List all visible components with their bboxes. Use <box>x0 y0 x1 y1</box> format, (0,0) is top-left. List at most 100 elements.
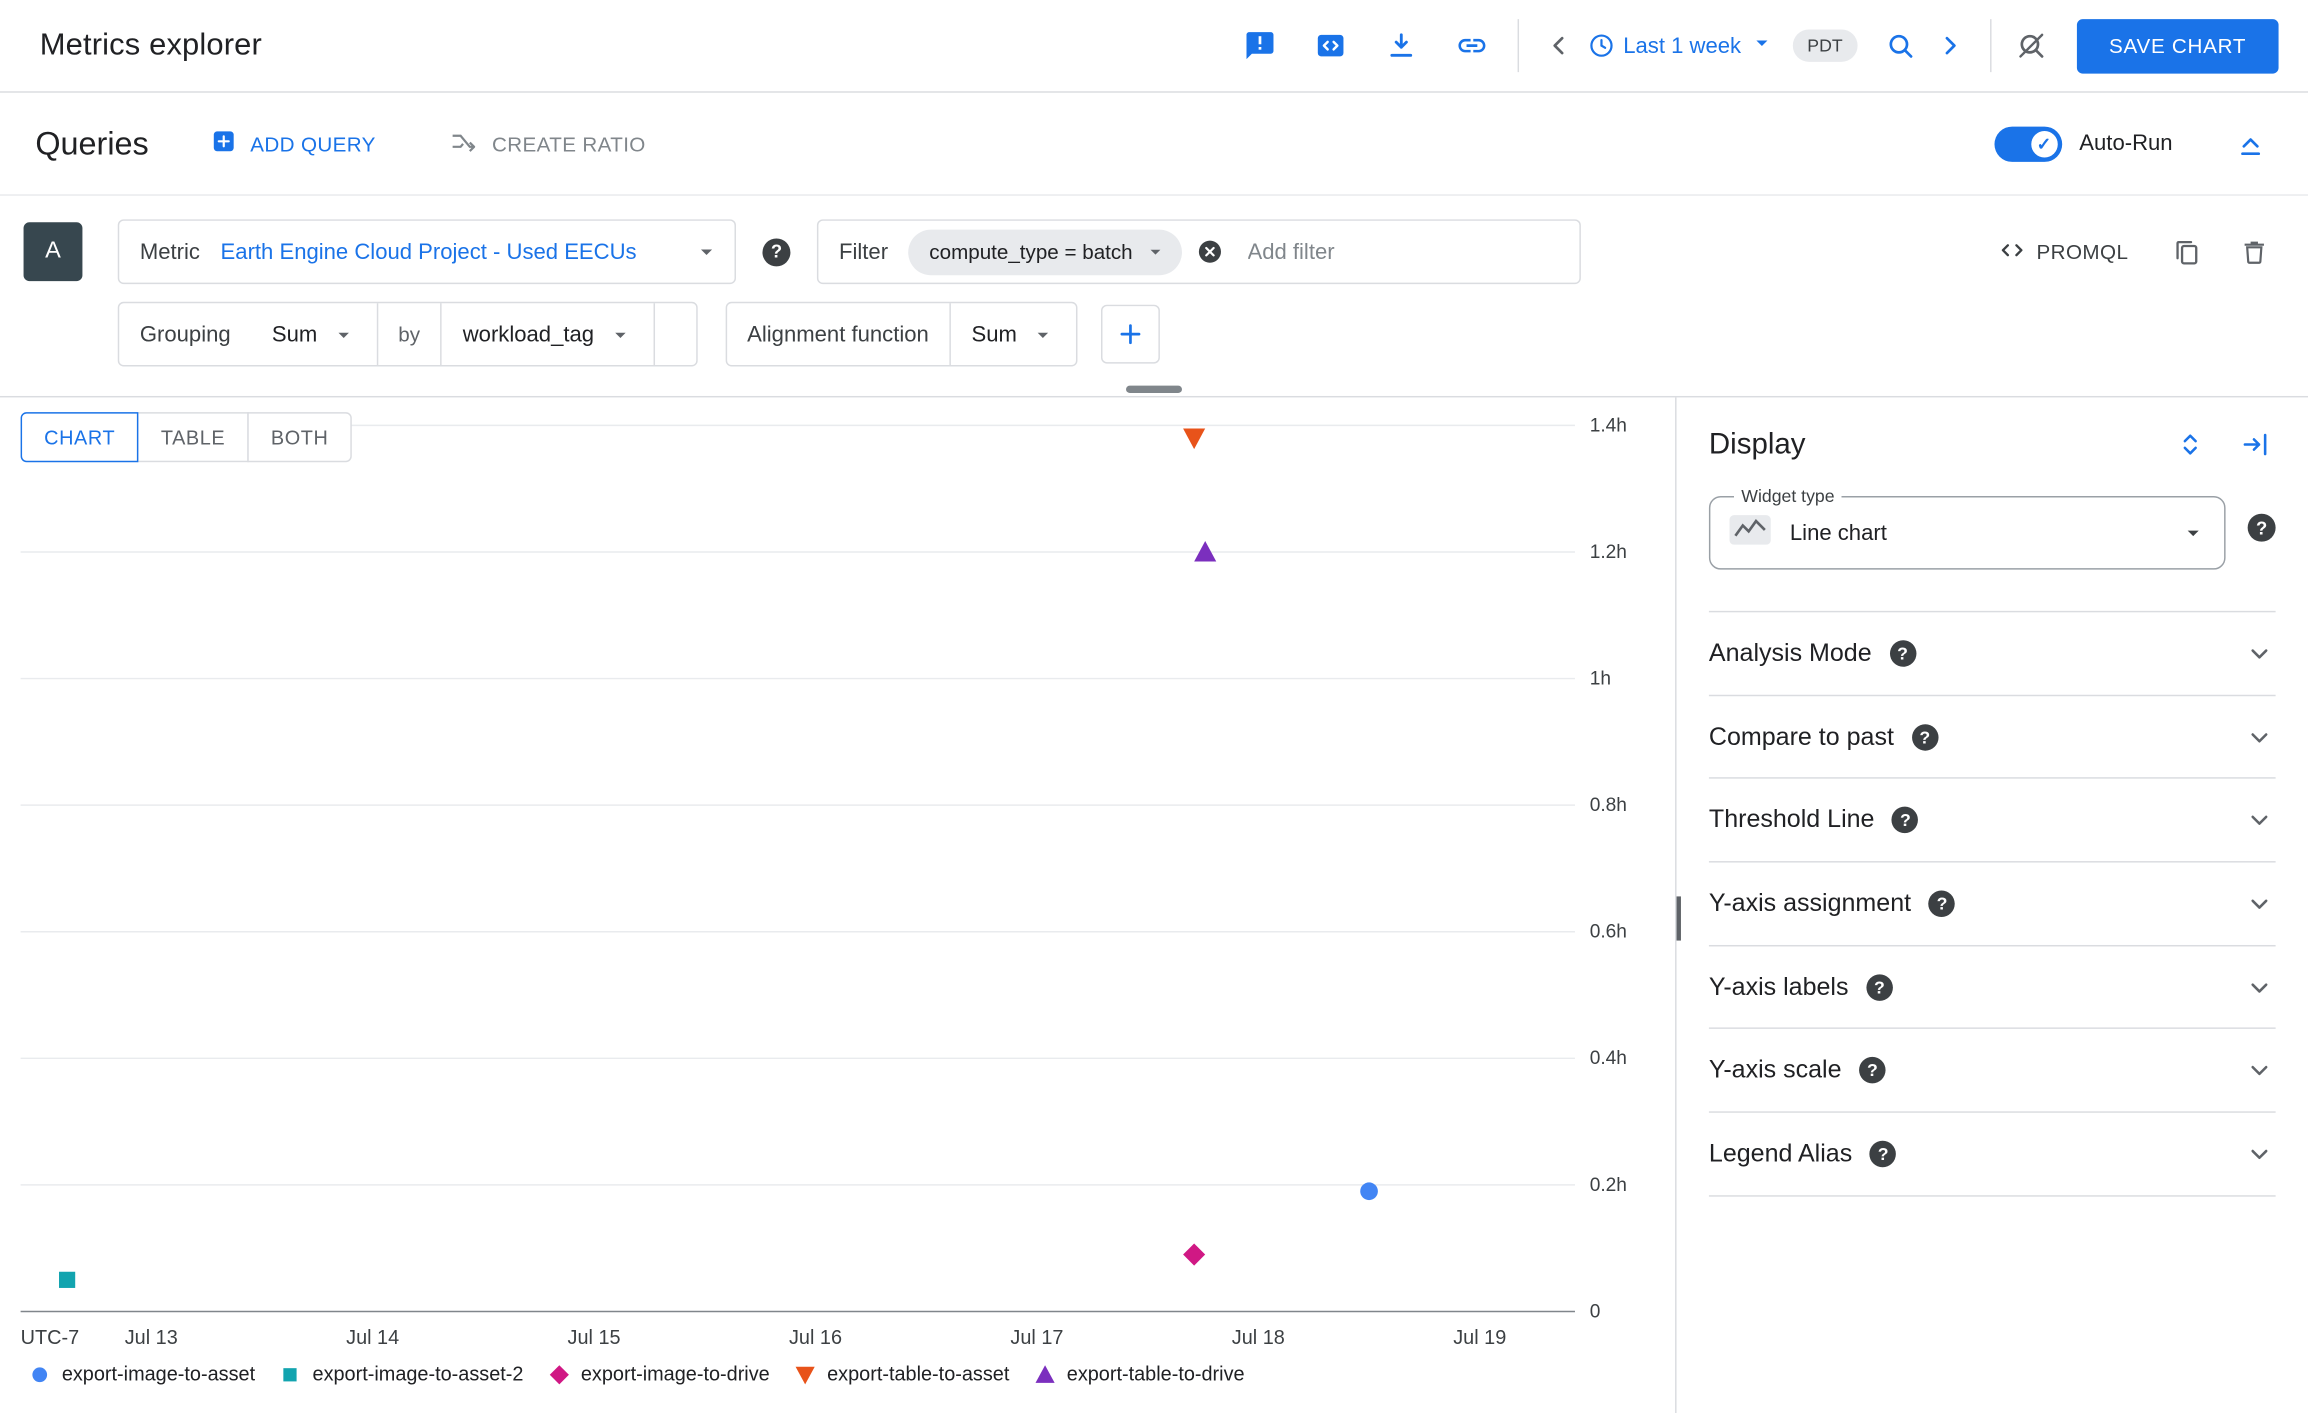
view-mode-tabs: CHART TABLE BOTH <box>20 412 353 463</box>
legend-item[interactable]: export-image-to-asset-2 <box>280 1363 523 1385</box>
metric-selector[interactable]: Metric Earth Engine Cloud Project - Used… <box>117 219 736 285</box>
tab-both[interactable]: BOTH <box>247 412 353 463</box>
section-y-axis-assignment[interactable]: Y-axis assignment <box>1708 863 2276 947</box>
legend-item[interactable]: export-table-to-drive <box>1034 1363 1245 1386</box>
help-icon[interactable] <box>1928 890 1956 917</box>
resize-drag-handle[interactable] <box>1126 385 1182 394</box>
page-title: Metrics explorer <box>39 27 262 62</box>
help-icon[interactable] <box>1892 806 1919 834</box>
download-icon[interactable] <box>1376 21 1426 71</box>
link-icon[interactable] <box>1447 21 1497 71</box>
zoom-in-time-icon[interactable] <box>1875 21 1925 71</box>
grouping-label: Grouping <box>139 321 231 347</box>
divider <box>1517 19 1519 73</box>
square-marker-icon <box>283 1367 298 1381</box>
widget-type-row: Widget type Line chart <box>1708 485 2276 570</box>
data-point[interactable] <box>1360 1182 1378 1201</box>
widget-type-help-icon[interactable] <box>2247 513 2276 542</box>
tab-chart[interactable]: CHART <box>20 412 139 463</box>
triangle-down-marker-icon <box>795 1365 815 1384</box>
auto-run-toggle[interactable]: ✓ <box>1993 125 2062 162</box>
time-forward-chevron-icon[interactable] <box>1925 21 1975 71</box>
section-legend-alias[interactable]: Legend Alias <box>1708 1113 2276 1197</box>
data-point[interactable] <box>59 1271 76 1288</box>
legend-item[interactable]: export-table-to-asset <box>795 1363 1010 1386</box>
y-axis-tick-label: 0.8h <box>1589 793 1627 816</box>
help-icon[interactable] <box>1869 1140 1897 1168</box>
promql-button[interactable]: PROMQL <box>1988 233 2137 270</box>
section-label: Legend Alias <box>1708 1139 1853 1168</box>
section-analysis-mode[interactable]: Analysis Mode <box>1708 612 2276 696</box>
create-ratio-button[interactable]: CREATE RATIO <box>441 125 655 162</box>
metric-help-icon[interactable] <box>762 237 791 266</box>
chart-plot[interactable] <box>20 424 1575 1313</box>
chevron-down-icon <box>2243 804 2275 836</box>
data-point[interactable] <box>1183 1243 1206 1266</box>
create-ratio-label: CREATE RATIO <box>492 131 646 156</box>
plus-box-icon <box>211 128 237 159</box>
help-icon[interactable] <box>1911 723 1939 750</box>
alignment-function-value: Sum <box>971 321 1017 347</box>
group-by-dropdown[interactable]: workload_tag <box>442 303 653 365</box>
help-icon[interactable] <box>1889 640 1916 667</box>
collapse-panel-right-icon[interactable] <box>2237 427 2272 462</box>
add-query-button[interactable]: ADD QUERY <box>202 127 385 161</box>
grouping-function-dropdown[interactable]: Sum <box>251 303 376 365</box>
x-axis-tick-label: Jul 19 <box>1453 1326 1507 1349</box>
legend-label: export-table-to-drive <box>1066 1363 1245 1386</box>
queries-bar-right: ✓ Auto-Run <box>1993 118 2276 168</box>
add-query-label: ADD QUERY <box>250 131 376 156</box>
help-icon[interactable] <box>1866 973 1893 1001</box>
display-panel-header: Display <box>1677 397 2308 462</box>
collapse-queries-icon[interactable] <box>2226 118 2276 168</box>
y-axis-tick-label: 0.6h <box>1589 919 1627 943</box>
expand-all-sections-icon[interactable] <box>2173 427 2208 462</box>
delete-query-icon[interactable] <box>2234 233 2272 271</box>
section-y-axis-labels[interactable]: Y-axis labels <box>1708 946 2276 1030</box>
delete-grouping-icon[interactable] <box>654 303 695 365</box>
section-threshold-line[interactable]: Threshold Line <box>1708 779 2276 863</box>
divider <box>1989 19 1992 73</box>
filter-chip[interactable]: compute_type = batch <box>908 228 1182 275</box>
add-processing-step-button[interactable] <box>1100 304 1160 364</box>
clock-icon <box>1586 31 1615 60</box>
diamond-marker-icon <box>549 1364 569 1384</box>
legend-label: export-table-to-asset <box>827 1363 1010 1386</box>
query-row-metric: A Metric Earth Engine Cloud Project - Us… <box>23 219 2273 285</box>
alignment-function-dropdown[interactable]: Sum <box>951 303 1076 365</box>
feedback-icon[interactable] <box>1235 21 1285 71</box>
filter-label: Filter <box>839 239 889 265</box>
chevron-down-icon <box>2243 1054 2275 1086</box>
top-bar-actions: Last 1 week PDT SAVE CHART <box>1235 18 2279 73</box>
add-filter-input[interactable] <box>1244 237 1562 266</box>
tab-table[interactable]: TABLE <box>137 412 249 463</box>
section-label: Analysis Mode <box>1708 638 1872 667</box>
code-editor-icon[interactable] <box>1305 21 1355 71</box>
duplicate-query-icon[interactable] <box>2167 233 2205 271</box>
filter-field[interactable]: Filter compute_type = batch <box>816 219 1581 285</box>
timezone-badge: PDT <box>1792 29 1858 62</box>
query-row-grouping: Grouping Sum by workload_tag Alignment f… <box>117 301 2273 367</box>
widget-type-select[interactable]: Widget type Line chart <box>1708 485 2226 570</box>
y-axis-tick-label: 1.4h <box>1589 413 1627 436</box>
section-y-axis-scale[interactable]: Y-axis scale <box>1708 1030 2276 1113</box>
section-label: Threshold Line <box>1708 805 1875 834</box>
time-range-selector[interactable]: Last 1 week <box>1583 29 1777 61</box>
help-icon[interactable] <box>1859 1057 1886 1084</box>
time-back-chevron-icon[interactable] <box>1533 21 1583 71</box>
zoom-disabled-icon[interactable] <box>2006 21 2056 71</box>
x-axis-labels: UTC-7 Jul 13 Jul 14 Jul 15 Jul 16 Jul 17 Jul 1… <box>0 1326 1619 1352</box>
legend-item[interactable]: export-image-to-drive <box>548 1363 770 1385</box>
section-compare-to-past[interactable]: Compare to past <box>1708 696 2276 780</box>
data-point[interactable] <box>1183 428 1206 450</box>
legend-label: export-image-to-asset <box>61 1363 256 1386</box>
code-icon <box>1997 235 2026 269</box>
x-axis-tick-label: Jul 18 <box>1231 1326 1285 1349</box>
save-chart-button[interactable]: SAVE CHART <box>2076 18 2279 73</box>
y-axis-tick-label: 0.4h <box>1589 1046 1627 1069</box>
x-axis-timezone-label: UTC-7 <box>20 1326 80 1349</box>
remove-filter-icon[interactable] <box>1194 237 1223 266</box>
legend-item[interactable]: export-image-to-asset <box>29 1363 255 1385</box>
queries-bar: Queries ADD QUERY CREATE RATIO ✓ Auto-Ru… <box>0 93 2308 196</box>
toggle-check-icon: ✓ <box>2030 130 2058 157</box>
